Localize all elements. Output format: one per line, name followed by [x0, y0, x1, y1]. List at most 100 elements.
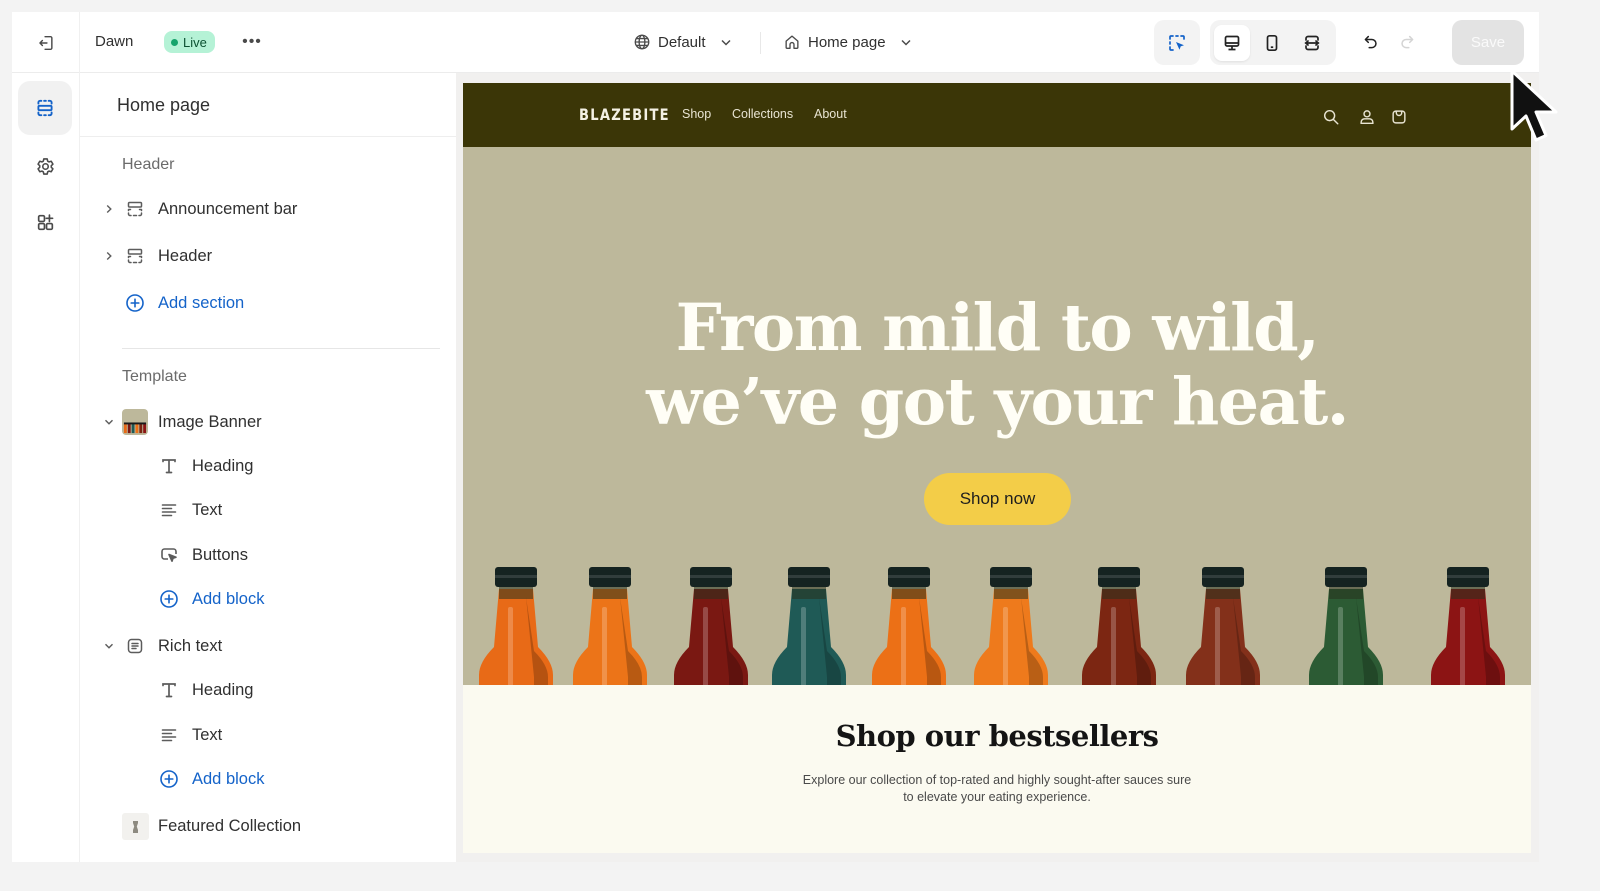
chevron-down-icon[interactable] — [102, 415, 116, 429]
block-label: Buttons — [192, 545, 248, 564]
block-heading[interactable]: Heading — [80, 446, 456, 486]
heading-icon — [157, 454, 181, 478]
store-preview[interactable]: BLAZEBITE Shop Collections About From mi… — [463, 83, 1531, 853]
nav-link-collections[interactable]: Collections — [732, 107, 793, 121]
desktop-view-button[interactable] — [1214, 24, 1250, 61]
text-icon — [157, 723, 181, 747]
block-text[interactable]: Text — [80, 490, 456, 530]
plus-circle-icon — [123, 860, 147, 862]
group-label-header: Header — [122, 156, 175, 173]
add-block-button[interactable]: Add block — [80, 759, 456, 799]
live-dot-icon — [171, 38, 178, 46]
sections-panel: Home page Header Announcement bar Header… — [80, 73, 456, 862]
undo-button[interactable] — [1357, 28, 1385, 56]
sidebar-rail — [12, 73, 80, 862]
block-label: Heading — [192, 456, 254, 475]
fullwidth-icon — [1304, 35, 1320, 50]
apps-add-icon — [37, 213, 53, 230]
section-layout-icon — [123, 197, 147, 221]
inspect-cursor-icon — [1169, 34, 1185, 51]
account-icon[interactable] — [1357, 107, 1377, 127]
image-banner[interactable]: From mild to wild, we’ve got your heat. … — [463, 147, 1531, 685]
hero-heading-line: From mild to wild, — [675, 290, 1320, 366]
view-mode-toggle — [1210, 20, 1336, 65]
rail-item-sections[interactable] — [18, 81, 72, 135]
rich-text-section[interactable]: Shop our bestsellers Explore our collect… — [463, 685, 1531, 853]
bottle — [872, 567, 946, 685]
add-section-button[interactable]: Add section — [80, 283, 456, 323]
inspector-toggle[interactable] — [1154, 20, 1200, 65]
bottle — [674, 567, 748, 685]
section-label: Image Banner — [158, 412, 262, 431]
block-label: Heading — [192, 680, 254, 699]
exit-button[interactable] — [12, 12, 80, 73]
section-label: Header — [158, 246, 213, 265]
section-rich-text[interactable]: Rich text — [80, 626, 456, 666]
page-select[interactable]: Home page — [783, 29, 913, 55]
bottle — [1309, 567, 1383, 685]
page-title: Home page — [117, 95, 211, 115]
search-icon[interactable] — [1321, 107, 1341, 127]
block-heading[interactable]: Heading — [80, 670, 456, 710]
add-block-button[interactable]: Add block — [80, 579, 456, 619]
sections-icon — [37, 99, 53, 117]
chevron-right-icon[interactable] — [102, 249, 116, 263]
bottle — [974, 567, 1048, 685]
block-label: Text — [192, 500, 223, 519]
text-icon — [157, 498, 181, 522]
section-label: Featured Collection — [158, 816, 302, 835]
exit-icon — [38, 35, 53, 50]
page-select-value: Home page — [808, 33, 886, 51]
add-section-label: Add section — [158, 293, 245, 312]
nav-link-about[interactable]: About — [814, 107, 847, 121]
store-logo[interactable]: BLAZEBITE — [579, 105, 670, 124]
section-featured-collection[interactable]: Featured Collection — [80, 806, 456, 846]
section-announcement-bar[interactable]: Announcement bar — [80, 189, 456, 229]
bottle — [772, 567, 846, 685]
home-icon — [785, 35, 799, 49]
add-block-label: Add block — [192, 769, 265, 788]
rich-text-body: Explore our collection of top-rated and … — [802, 773, 1192, 804]
theme-name: Dawn — [95, 33, 134, 50]
fullwidth-view-button[interactable] — [1294, 25, 1330, 61]
button-icon — [157, 543, 181, 567]
rail-item-theme-settings[interactable] — [18, 139, 72, 193]
rich-text-icon — [123, 634, 147, 658]
plus-circle-icon — [157, 587, 181, 611]
chevron-down-icon — [901, 39, 911, 46]
divider — [80, 136, 456, 137]
top-bar: Dawn Live ••• Default Home page Save — [12, 12, 1539, 73]
redo-icon — [1401, 35, 1414, 49]
block-buttons[interactable]: Buttons — [80, 535, 456, 575]
shop-now-button[interactable]: Shop now — [924, 473, 1071, 525]
section-header[interactable]: Header — [80, 236, 456, 276]
more-actions-button[interactable]: ••• — [240, 30, 264, 54]
mobile-view-button[interactable] — [1254, 25, 1290, 61]
store-header: BLAZEBITE Shop Collections About — [463, 83, 1531, 147]
block-text[interactable]: Text — [80, 715, 456, 755]
save-button[interactable]: Save — [1452, 20, 1524, 65]
add-section-button[interactable]: Add section — [80, 852, 456, 862]
section-layout-icon — [123, 244, 147, 268]
section-label: Announcement bar — [158, 199, 298, 218]
toolbar-divider — [760, 32, 761, 54]
market-select[interactable]: Default — [633, 29, 733, 55]
theme-editor: Dawn Live ••• Default Home page Save Hom… — [12, 12, 1539, 862]
heading-icon — [157, 678, 181, 702]
gear-icon — [36, 157, 54, 175]
cart-icon[interactable] — [1389, 107, 1409, 127]
add-block-label: Add block — [192, 589, 265, 608]
mobile-icon — [1266, 34, 1278, 51]
market-select-value: Default — [658, 33, 706, 51]
section-image-banner[interactable]: Image Banner — [80, 402, 456, 442]
plus-circle-icon — [157, 767, 181, 791]
redo-button[interactable] — [1393, 28, 1421, 56]
chevron-down-icon[interactable] — [102, 639, 116, 653]
rail-item-apps[interactable] — [18, 195, 72, 249]
desktop-icon — [1224, 35, 1240, 50]
status-badge-label: Live — [183, 34, 207, 50]
block-label: Text — [192, 725, 223, 744]
nav-link-shop[interactable]: Shop — [682, 107, 711, 121]
chevron-right-icon[interactable] — [102, 202, 116, 216]
rich-text-heading: Shop our bestsellers — [835, 719, 1159, 753]
